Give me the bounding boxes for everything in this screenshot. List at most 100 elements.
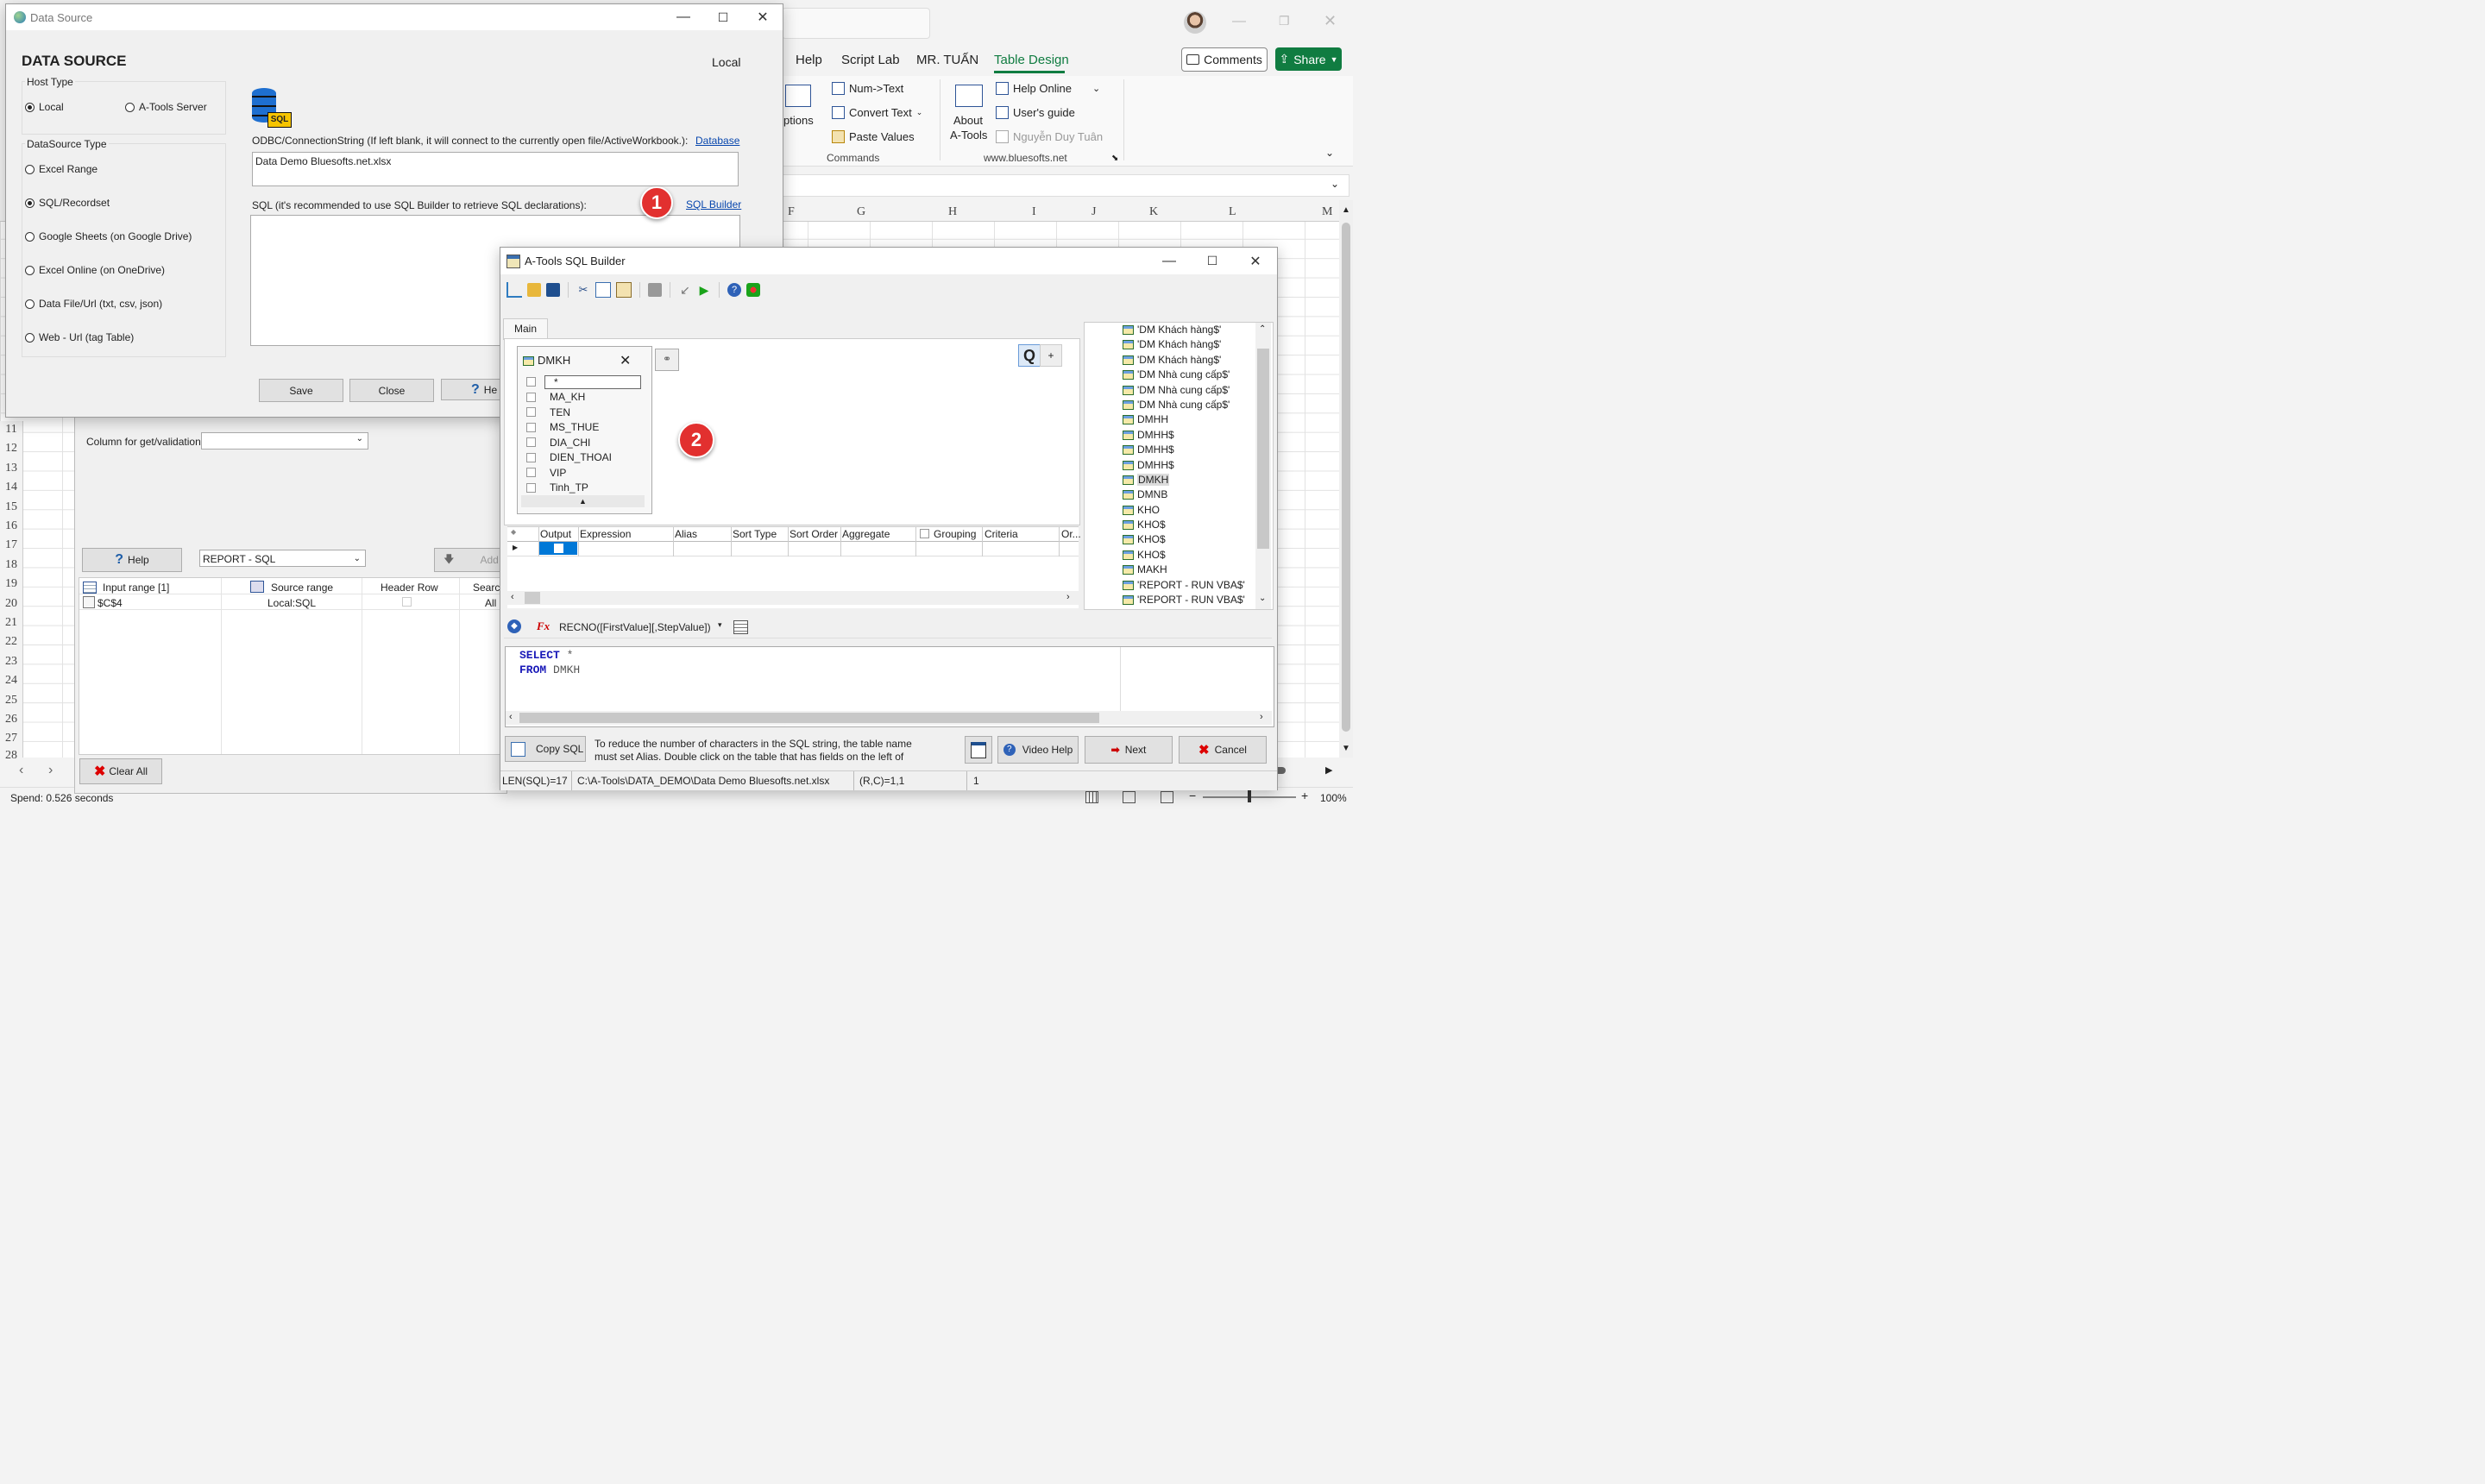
field-row[interactable]: TEN xyxy=(521,405,647,420)
cut-icon[interactable]: ✂ xyxy=(576,283,590,297)
zoom-in-icon[interactable]: + xyxy=(1301,789,1308,802)
run-icon[interactable]: ▶ xyxy=(697,283,711,297)
table-list-item[interactable]: DMHH$ xyxy=(1123,443,1245,458)
copy-icon[interactable] xyxy=(595,282,611,298)
database-link[interactable]: Database xyxy=(695,135,739,147)
field-row[interactable]: * xyxy=(521,374,647,390)
row-header[interactable]: 20 xyxy=(0,597,22,611)
q-button[interactable]: Q xyxy=(1018,344,1041,367)
sql-editor[interactable]: SELECT * FROM DMKH ‹ › xyxy=(505,646,1274,727)
field-checkbox[interactable] xyxy=(526,452,536,462)
row-header[interactable]: 17 xyxy=(0,538,22,552)
help-online-button[interactable]: Help Online xyxy=(996,82,1072,95)
table-list-item[interactable]: 'DM Khách hàng$' xyxy=(1123,324,1245,338)
zoom-out-icon[interactable]: − xyxy=(1189,789,1196,802)
ds-excel-online-radio[interactable]: Excel Online (on OneDrive) xyxy=(25,264,165,276)
row-header[interactable]: 26 xyxy=(0,713,22,726)
connection-string-input[interactable]: Data Demo Bluesofts.net.xlsx xyxy=(252,152,739,186)
options-button[interactable] xyxy=(965,736,992,764)
field-row[interactable]: MS_THUE xyxy=(521,420,647,436)
add-button[interactable]: 🡇 Add xyxy=(434,548,508,572)
table-list-item-selected[interactable]: DMKH xyxy=(1123,473,1245,488)
minimize-icon[interactable]: — xyxy=(1148,254,1191,269)
link-icon[interactable]: ⚭ xyxy=(655,349,679,371)
row-header[interactable]: 19 xyxy=(0,577,22,591)
table-list-item[interactable]: 'DM Khách hàng$' xyxy=(1123,338,1245,353)
table-list-item[interactable]: DMHH xyxy=(1123,413,1245,428)
paste-values-button[interactable]: Paste Values xyxy=(832,130,915,143)
row-header[interactable]: 23 xyxy=(0,655,22,669)
column-header-f[interactable]: F xyxy=(788,205,795,219)
grid-header-aggregate[interactable]: Aggregate xyxy=(842,528,890,540)
ds-google-sheets-radio[interactable]: Google Sheets (on Google Drive) xyxy=(25,230,192,242)
help-icon[interactable]: ? xyxy=(727,283,741,297)
tab-main[interactable]: Main xyxy=(503,318,548,340)
column-header-j[interactable]: J xyxy=(1092,205,1096,219)
table-list-item[interactable]: DMHH$ xyxy=(1123,429,1245,443)
menu-mr-tuan[interactable]: MR. TUẤN xyxy=(916,53,978,67)
table-list-scrollbar[interactable]: ⌃ ⌄ xyxy=(1255,323,1271,609)
clear-all-button[interactable]: ✖ Clear All xyxy=(79,758,162,784)
column-header-k[interactable]: K xyxy=(1149,205,1158,219)
scroll-down-icon[interactable]: ▼ xyxy=(1342,744,1350,753)
table-list-item[interactable]: DMHH$ xyxy=(1123,459,1245,474)
scroll-right-icon[interactable]: › xyxy=(1066,592,1070,602)
about-button-label[interactable]: About xyxy=(953,114,983,127)
menu-script-lab[interactable]: Script Lab xyxy=(841,53,900,67)
table-list-item[interactable]: 'DM Nhà cung cấp$' xyxy=(1123,399,1245,413)
row-header[interactable]: 27 xyxy=(0,732,22,745)
table-list-item[interactable]: 'REPORT - RUN VBA$' xyxy=(1123,579,1245,594)
zoom-slider-thumb[interactable] xyxy=(1248,790,1251,802)
import-icon[interactable]: ↙ xyxy=(678,283,692,297)
table-box-dmkh[interactable]: DMKH ✕ * MA_KH TEN MS_THUE DIA_CHI DIEN_… xyxy=(517,346,652,514)
chevron-down-icon[interactable]: ⌄ xyxy=(1092,83,1100,94)
copy-sql-button[interactable]: Copy SQL xyxy=(505,736,586,762)
column-header-l[interactable]: L xyxy=(1229,205,1236,219)
num-to-text-button[interactable]: Num->Text xyxy=(832,82,903,95)
print-icon[interactable] xyxy=(648,283,662,297)
chevron-down-icon[interactable]: ▾ xyxy=(718,620,722,630)
scroll-up-icon[interactable]: ⌃ xyxy=(1259,324,1266,334)
grid-row[interactable]: ▶ xyxy=(507,542,1079,556)
column-header-h[interactable]: H xyxy=(948,205,957,219)
close-icon[interactable]: ✕ xyxy=(1234,253,1277,270)
column-header-m[interactable]: M xyxy=(1322,205,1332,219)
avatar[interactable] xyxy=(1184,11,1206,34)
grid-hscroll[interactable]: ‹ › xyxy=(507,591,1079,605)
field-row[interactable]: DIA_CHI xyxy=(521,435,647,450)
close-button[interactable]: Close xyxy=(349,379,434,402)
grid-header-alias[interactable]: Alias xyxy=(675,528,697,540)
convert-text-button[interactable]: Convert Text ⌄ xyxy=(832,106,922,119)
scroll-right-icon[interactable]: ▶ xyxy=(1325,764,1332,776)
grid-header-or[interactable]: Or... xyxy=(1061,528,1081,540)
grid-header-criteria[interactable]: Criteria xyxy=(985,528,1018,540)
formula-bar[interactable] xyxy=(782,174,1349,197)
cancel-button[interactable]: ✖ Cancel xyxy=(1179,736,1267,764)
tree-icon[interactable] xyxy=(506,282,522,298)
field-checkbox[interactable] xyxy=(526,392,536,402)
save-button[interactable]: Save xyxy=(259,379,343,402)
maximize-icon[interactable]: ☐ xyxy=(1191,254,1234,268)
save-icon[interactable] xyxy=(546,283,560,297)
insert-function-icon[interactable] xyxy=(733,620,748,634)
scroll-up-icon[interactable]: ▲ xyxy=(1342,205,1350,215)
row-header[interactable]: 25 xyxy=(0,694,22,707)
header-row-checkbox[interactable] xyxy=(402,597,412,607)
field-checkbox[interactable] xyxy=(526,482,536,493)
row-header[interactable]: 18 xyxy=(0,558,22,572)
menu-help[interactable]: Help xyxy=(796,53,822,67)
grid-header-sort-order[interactable]: Sort Order xyxy=(790,528,838,540)
close-icon[interactable]: ✕ xyxy=(620,352,631,369)
scroll-thumb[interactable] xyxy=(1257,349,1269,549)
ds-web-url-radio[interactable]: Web - Url (tag Table) xyxy=(25,331,134,343)
host-local-radio[interactable]: Local xyxy=(25,101,64,113)
row-header[interactable]: 24 xyxy=(0,674,22,688)
paste-icon[interactable] xyxy=(616,282,632,298)
excel-search-box[interactable] xyxy=(782,8,930,39)
field-row[interactable]: Tinh_TP xyxy=(521,481,647,496)
grid-hscroll-thumb[interactable] xyxy=(525,592,540,604)
row-header[interactable]: 12 xyxy=(0,442,22,456)
restore-icon[interactable]: ❐ xyxy=(1279,14,1290,28)
column-header-i[interactable]: I xyxy=(1032,205,1036,219)
scroll-left-icon[interactable]: ‹ xyxy=(511,592,514,602)
